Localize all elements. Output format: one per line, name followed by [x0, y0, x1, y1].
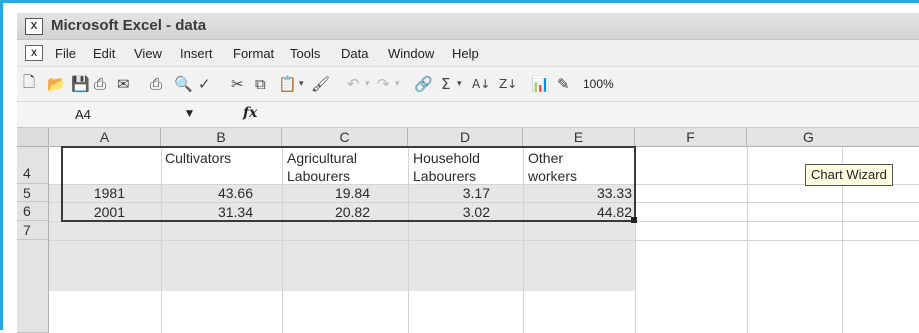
window-title: Microsoft Excel - data — [51, 17, 207, 34]
permission-icon[interactable]: ⎙ — [94, 74, 106, 94]
format-painter-icon[interactable]: 🖌 — [311, 74, 330, 94]
column-header-g[interactable]: G — [747, 128, 919, 147]
spelling-icon[interactable]: ✓ — [198, 74, 211, 94]
menu-file[interactable]: File — [55, 46, 76, 61]
row-header-5[interactable]: 5 — [17, 184, 49, 202]
gridline — [49, 240, 919, 241]
fill-handle[interactable] — [631, 217, 637, 223]
column-header-a[interactable]: A — [49, 128, 161, 147]
excel-app-icon: X — [25, 18, 43, 35]
cut-icon[interactable]: ✂ — [231, 74, 244, 94]
save-icon[interactable]: 💾 — [71, 74, 90, 94]
title-bar: X Microsoft Excel - data — [17, 13, 919, 40]
redo-dropdown-icon[interactable]: ▾ — [395, 74, 400, 94]
email-icon[interactable]: ✉ — [117, 74, 130, 94]
undo-dropdown-icon[interactable]: ▾ — [365, 74, 370, 94]
menu-help[interactable]: Help — [452, 46, 479, 61]
select-all-corner[interactable] — [17, 128, 49, 147]
standard-toolbar: 🗋 📂 💾 ⎙ ✉ ⎙ 🔍 ✓ ✂ ⧉ 📋 ▾ 🖌 ↶ ▾ ↷ ▾ 🔗 Σ ▾ … — [17, 67, 919, 102]
sort-ascending-icon[interactable]: A↓ — [472, 74, 490, 94]
hyperlink-icon[interactable]: 🔗 — [414, 74, 433, 94]
menu-tools[interactable]: Tools — [290, 46, 320, 61]
copy-icon[interactable]: ⧉ — [255, 74, 266, 94]
screenshot-frame: X Microsoft Excel - data X File Edit Vie… — [0, 0, 919, 333]
menu-window[interactable]: Window — [388, 46, 434, 61]
name-box[interactable]: A4 — [75, 107, 91, 122]
menu-view[interactable]: View — [134, 46, 162, 61]
chart-wizard-tooltip: Chart Wizard — [805, 164, 893, 186]
menu-format[interactable]: Format — [233, 46, 274, 61]
paste-icon[interactable]: 📋 — [278, 74, 297, 94]
redo-icon[interactable]: ↷ — [377, 74, 390, 94]
menu-edit[interactable]: Edit — [93, 46, 115, 61]
row-header-8 — [17, 240, 49, 333]
print-preview-icon[interactable]: 🔍 — [174, 74, 193, 94]
column-header-d[interactable]: D — [408, 128, 523, 147]
row-header-6[interactable]: 6 — [17, 202, 49, 221]
row-header-4[interactable]: 4 — [17, 147, 49, 184]
insert-function-icon[interactable]: fx — [243, 105, 257, 121]
column-header-b[interactable]: B — [161, 128, 282, 147]
sort-descending-icon[interactable]: Z↓ — [499, 74, 517, 94]
column-header-c[interactable]: C — [282, 128, 408, 147]
menu-data[interactable]: Data — [341, 46, 368, 61]
print-icon[interactable]: ⎙ — [150, 74, 162, 94]
chart-wizard-icon[interactable]: 📊 — [531, 74, 550, 94]
formula-bar: A4 ▼ fx — [17, 102, 919, 128]
column-header-f[interactable]: F — [635, 128, 747, 147]
worksheet-grid[interactable]: A B C D E F G 4 5 6 7 Cultivators Agricu… — [17, 128, 919, 333]
paste-dropdown-icon[interactable]: ▾ — [299, 74, 304, 94]
workbook-icon[interactable]: X — [25, 45, 43, 61]
name-box-dropdown-icon[interactable]: ▼ — [186, 109, 193, 119]
drawing-icon[interactable]: ✎ — [557, 74, 570, 94]
zoom-value[interactable]: 100% — [583, 77, 614, 91]
menu-bar: X File Edit View Insert Format Tools Dat… — [17, 40, 919, 67]
autosum-icon[interactable]: Σ — [441, 74, 450, 94]
new-icon[interactable]: 🗋 — [23, 73, 35, 94]
undo-icon[interactable]: ↶ — [347, 74, 360, 94]
selection-border — [61, 146, 636, 222]
row-header-7[interactable]: 7 — [17, 221, 49, 240]
column-header-e[interactable]: E — [523, 128, 635, 147]
menu-insert[interactable]: Insert — [180, 46, 213, 61]
autosum-dropdown-icon[interactable]: ▾ — [457, 74, 462, 94]
open-icon[interactable]: 📂 — [47, 74, 66, 94]
